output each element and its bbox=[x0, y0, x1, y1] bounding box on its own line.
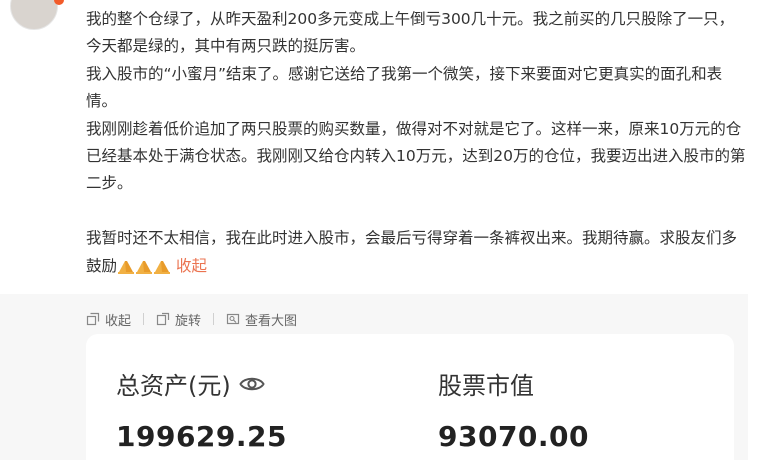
collapse-image-label: 收起 bbox=[105, 313, 132, 329]
post-paragraph-4: 我暂时还不太相信，我在此时进入股市，会最后亏得穿着一条裤衩出来。我期待赢。求股友… bbox=[86, 225, 746, 280]
view-large-image-button[interactable]: 查看大图 bbox=[226, 310, 297, 329]
rotate-image-label: 旋转 bbox=[175, 313, 202, 329]
stock-value-label: 股票市值 bbox=[438, 372, 534, 400]
praying-hands-emoji-icon bbox=[153, 257, 171, 275]
view-large-image-label: 查看大图 bbox=[245, 313, 298, 329]
collapse-image-button[interactable]: 收起 bbox=[86, 310, 131, 329]
post-paragraph-3: 我刚刚趁着低价追加了两只股票的购买数量，做得对不对就是它了。这样一来，原来10万… bbox=[86, 119, 746, 193]
stock-value-value: 93070.00 bbox=[438, 420, 590, 453]
praying-hands-emoji-icon bbox=[117, 257, 135, 275]
eye-icon[interactable] bbox=[239, 374, 265, 394]
post-content: 我的整个仓绿了，从昨天盈利200多元变成上午倒亏300几十元。我之前买的几只股除… bbox=[86, 6, 746, 280]
total-assets-value: 199629.25 bbox=[116, 420, 287, 453]
avatar[interactable] bbox=[10, 0, 58, 30]
total-assets-label: 总资产(元) bbox=[116, 372, 231, 400]
account-summary-card: 总资产(元) 199629.25 股票市值 93070.00 bbox=[86, 334, 734, 474]
image-toolbar: 收起 旋转 查看大图 bbox=[86, 309, 297, 329]
collapse-text-link[interactable]: 收起 bbox=[176, 257, 207, 275]
post-paragraph-1: 我的整个仓绿了，从昨天盈利200多元变成上午倒亏300几十元。我之前买的几只股除… bbox=[86, 10, 735, 56]
view-large-icon bbox=[226, 313, 240, 325]
rotate-image-button[interactable]: 旋转 bbox=[156, 310, 201, 329]
total-assets-label-row: 总资产(元) bbox=[116, 366, 265, 401]
praying-hands-emoji-icon bbox=[135, 257, 153, 275]
rotate-icon bbox=[156, 312, 170, 326]
post-paragraph-2: 我入股市的“小蜜月”结束了。感谢它送给了我第一个微笑，接下来要面对它更真实的面孔… bbox=[86, 64, 723, 111]
collapse-icon bbox=[86, 312, 100, 326]
avatar-badge bbox=[54, 0, 64, 5]
